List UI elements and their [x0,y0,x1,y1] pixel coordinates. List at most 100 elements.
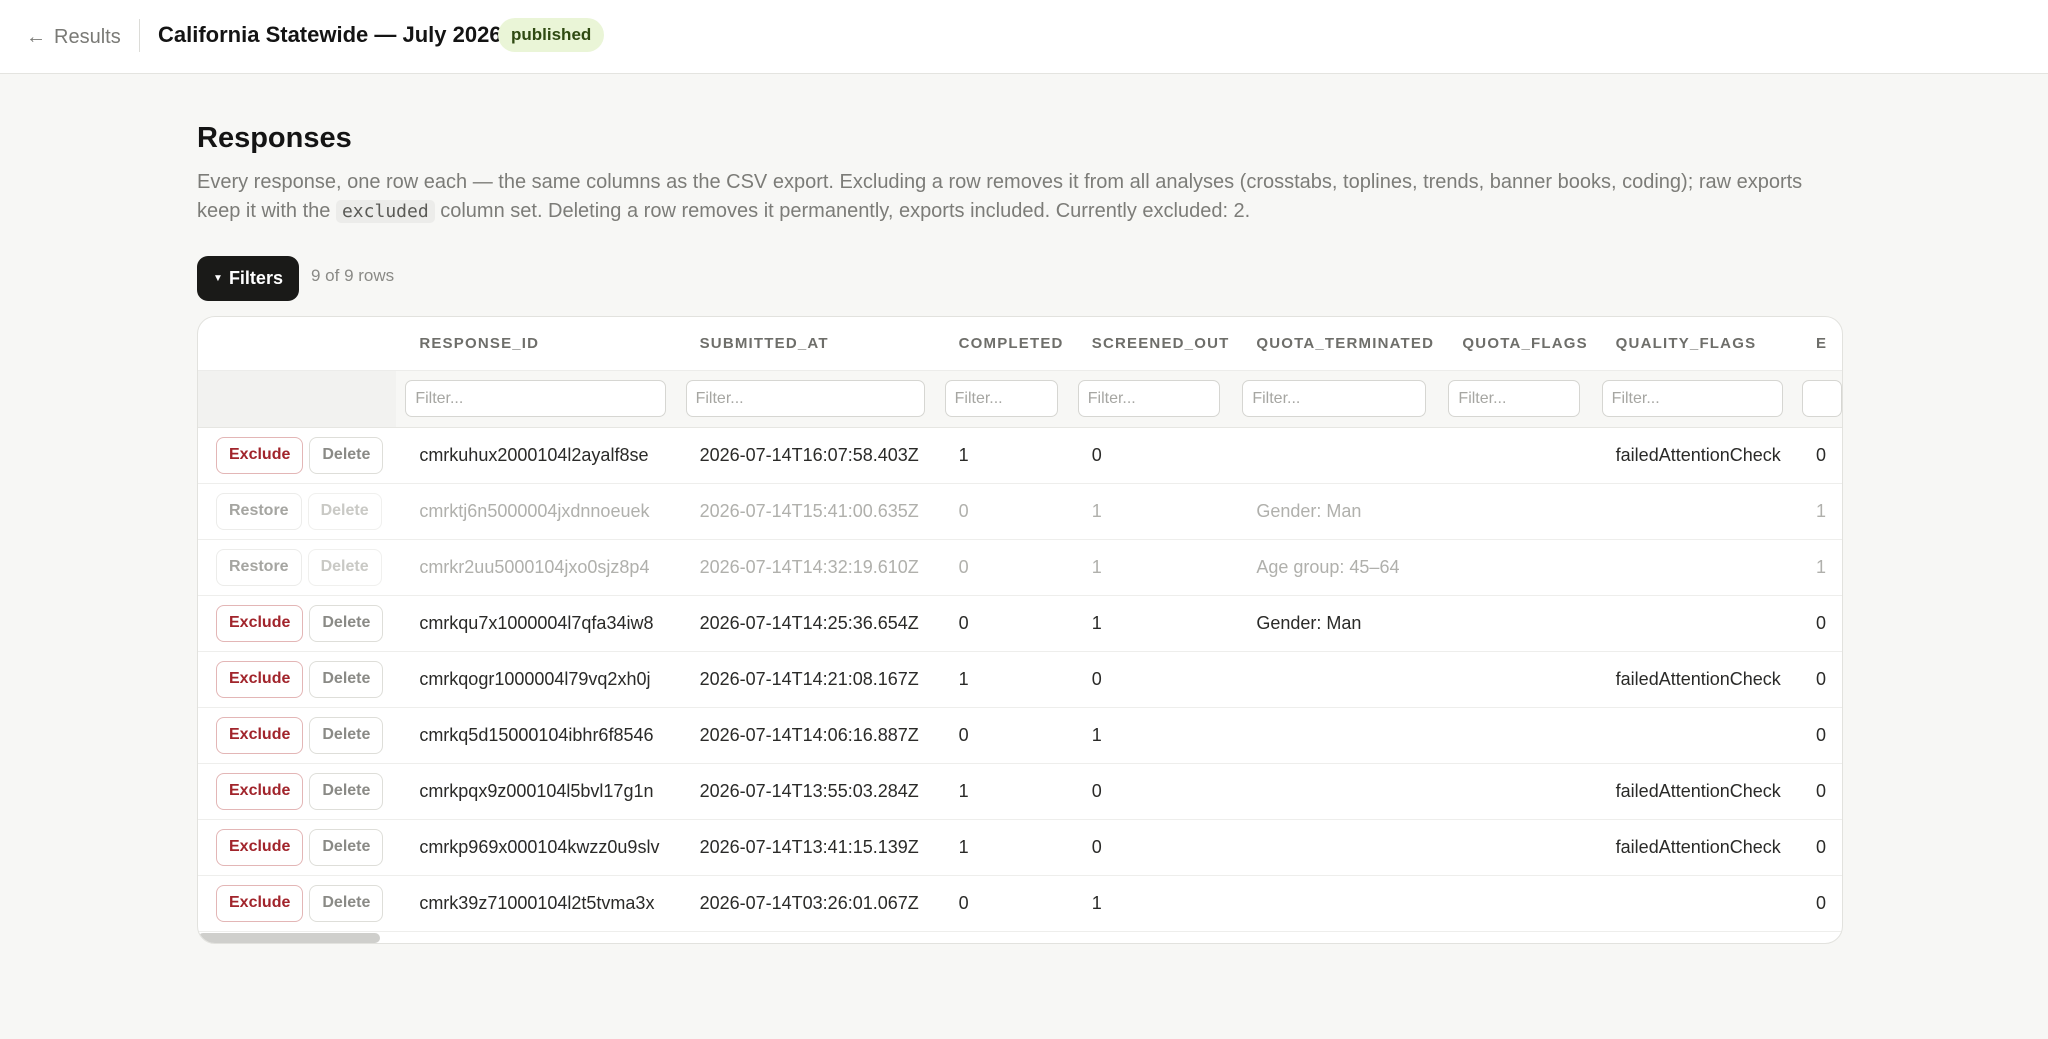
column-header-quota-flags[interactable]: QUOTA_FLAGS [1439,317,1593,371]
filter-row [198,370,1842,428]
cell-response-id: cmrkqogr1000004l79vq2xh0j [396,651,677,708]
cell-truncated: 0 [1792,427,1842,484]
delete-button[interactable]: Delete [309,884,384,922]
delete-button[interactable]: Delete [309,436,384,474]
cell-screened-out: 1 [1068,707,1234,764]
restore-button[interactable]: Restore [216,548,302,586]
responses-table-card: RESPONSE_ID SUBMITTED_AT COMPLETED SCREE… [197,316,1843,944]
cell-screened-out: 1 [1068,483,1234,540]
filter-input-quality-flags[interactable] [1601,380,1783,417]
cell-completed: 0 [935,707,1069,764]
exclude-button[interactable]: Exclude [216,660,304,698]
cell-screened-out: 0 [1068,763,1234,820]
cell-truncated: 0 [1792,875,1842,932]
column-header-quota-terminated[interactable]: QUOTA_TERMINATED [1233,317,1440,371]
column-header-quality-flags[interactable]: QUALITY_FLAGS [1592,317,1793,371]
cell-quality-flags [1592,539,1793,596]
cell-completed: 1 [935,819,1069,876]
cell-response-id: cmrkp969x000104kwzz0u9slv [396,819,677,876]
column-header-response-id[interactable]: RESPONSE_ID [396,317,677,371]
filters-label: Filters [228,268,283,288]
cell-truncated: 0 [1792,595,1842,652]
cell-quota-flags [1439,651,1593,708]
cell-response-id: cmrkr2uu5000104jxo0sjz8p4 [396,539,677,596]
cell-quality-flags [1592,595,1793,652]
table-row: Exclude Delete cmrkqogr1000004l79vq2xh0j 20… [198,651,1842,708]
row-actions: Exclude Delete [198,707,397,764]
cell-submitted-at: 2026-07-14T03:26:01.067Z [676,875,936,932]
filter-input-screened-out[interactable] [1077,380,1220,417]
column-header-completed[interactable]: COMPLETED [935,317,1069,371]
filter-input-submitted-at[interactable] [685,380,925,417]
row-actions: Exclude Delete [198,427,397,484]
cell-response-id: cmrk39z71000104l2t5tvma3x [396,875,677,932]
cell-screened-out: 1 [1068,595,1234,652]
cell-completed: 0 [935,875,1069,932]
exclude-button[interactable]: Exclude [216,884,304,922]
table-row: Exclude Delete cmrk39z71000104l2t5tvma3x 20… [198,875,1842,932]
cell-screened-out: 0 [1068,651,1234,708]
filter-input-quota-terminated[interactable] [1242,380,1427,417]
delete-button[interactable]: Delete [309,716,384,754]
cell-truncated: 1 [1792,483,1842,540]
column-header-screened-out[interactable]: SCREENED_OUT [1068,317,1234,371]
delete-button[interactable]: Delete [307,548,382,586]
cell-quota-flags [1439,483,1593,540]
cell-completed: 0 [935,539,1069,596]
cell-truncated: 0 [1792,819,1842,876]
cell-quality-flags [1592,707,1793,764]
cell-quota-terminated: Gender: Man [1233,483,1440,540]
cell-quota-flags [1439,595,1593,652]
caret-down-icon: ▼ [213,273,223,284]
row-count: 9 of 9 rows [311,266,395,285]
excluded-column-code: excluded [335,200,435,223]
filter-input-truncated[interactable] [1801,380,1842,417]
filter-input-response-id[interactable] [405,380,667,417]
cell-completed: 0 [935,595,1069,652]
filter-input-quota-flags[interactable] [1448,380,1581,417]
status-badge: published [498,18,605,52]
column-header-submitted-at[interactable]: SUBMITTED_AT [676,317,936,371]
table-row: Exclude Delete cmrkqu7x1000004l7qfa34iw8 20… [198,595,1842,652]
cell-screened-out: 1 [1068,875,1234,932]
cell-submitted-at: 2026-07-14T14:06:16.887Z [676,707,936,764]
row-actions: Exclude Delete [198,875,397,932]
table-row: Exclude Delete cmrkq5d15000104ibhr6f8546 20… [198,707,1842,764]
cell-quota-terminated [1233,707,1440,764]
cell-submitted-at: 2026-07-14T13:55:03.284Z [676,763,936,820]
description-text-end: column set. Deleting a row removes it pe… [434,200,1251,222]
delete-button[interactable]: Delete [309,828,384,866]
header-row: RESPONSE_ID SUBMITTED_AT COMPLETED SCREE… [198,317,1842,371]
cell-quota-terminated: Gender: Man [1233,595,1440,652]
delete-button[interactable]: Delete [309,604,384,642]
filters-button[interactable]: ▼ Filters [197,256,299,301]
exclude-button[interactable]: Exclude [216,772,304,810]
cell-screened-out: 0 [1068,427,1234,484]
cell-submitted-at: 2026-07-14T16:07:58.403Z [676,427,936,484]
cell-response-id: cmrktj6n5000004jxdnnoeuek [396,483,677,540]
exclude-button[interactable]: Exclude [216,604,304,642]
cell-response-id: cmrkuhux2000104l2ayalf8se [396,427,677,484]
row-actions: Restore Delete [198,539,397,596]
top-bar: ← Results California Statewide — July 20… [0,0,2048,74]
delete-button[interactable]: Delete [309,660,384,698]
page-title: Responses [197,122,352,154]
cell-submitted-at: 2026-07-14T14:32:19.610Z [676,539,936,596]
exclude-button[interactable]: Exclude [216,716,304,754]
restore-button[interactable]: Restore [216,492,302,530]
cell-quota-flags [1439,707,1593,764]
cell-quota-terminated [1233,763,1440,820]
back-to-results-link[interactable]: ← Results [26,22,121,52]
delete-button[interactable]: Delete [307,492,382,530]
cell-quota-flags [1439,875,1593,932]
horizontal-scrollbar[interactable] [198,933,380,943]
column-header-truncated[interactable]: E [1792,317,1842,371]
delete-button[interactable]: Delete [309,772,384,810]
filter-input-completed[interactable] [944,380,1058,417]
cell-quota-terminated [1233,875,1440,932]
exclude-button[interactable]: Exclude [216,436,304,474]
cell-submitted-at: 2026-07-14T15:41:00.635Z [676,483,936,540]
cell-response-id: cmrkqu7x1000004l7qfa34iw8 [396,595,677,652]
cell-completed: 1 [935,427,1069,484]
exclude-button[interactable]: Exclude [216,828,304,866]
